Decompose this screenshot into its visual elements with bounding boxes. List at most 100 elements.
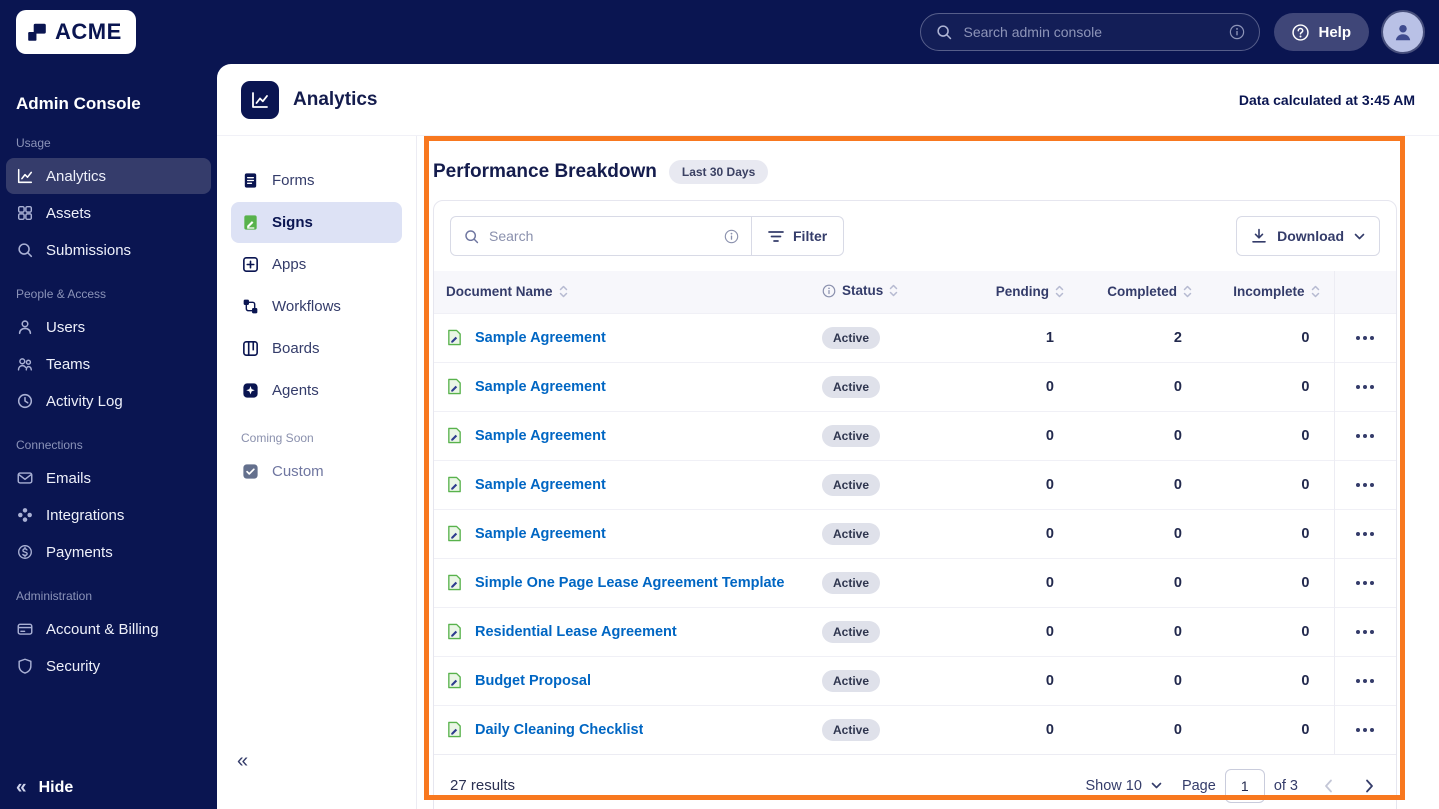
table-search-input[interactable] (489, 228, 715, 244)
subnav-item-apps[interactable]: Apps (231, 244, 402, 285)
pending-value: 0 (958, 606, 1078, 656)
document-link[interactable]: Sample Agreement (475, 477, 606, 493)
help-button[interactable]: Help (1274, 13, 1369, 51)
submissions-icon (16, 241, 34, 259)
sidebar-item-assets[interactable]: Assets (6, 195, 211, 231)
agents-icon (241, 381, 260, 400)
show-per-page-select[interactable]: Show 10 (1086, 778, 1162, 794)
subnav-item-forms[interactable]: Forms (231, 160, 402, 201)
row-actions-button[interactable] (1350, 328, 1380, 348)
info-icon (1229, 24, 1245, 40)
next-page-button[interactable] (1359, 775, 1380, 797)
subnav-collapse-button[interactable]: « (237, 750, 248, 773)
previous-page-button[interactable] (1318, 775, 1339, 797)
security-icon (16, 657, 34, 675)
section-label-administration: Administration (16, 589, 93, 603)
performance-card: Filter Download (433, 200, 1397, 809)
logo-text: ACME (55, 19, 122, 44)
column-incomplete[interactable]: Incomplete (1206, 271, 1334, 313)
subnav-item-workflows[interactable]: Workflows (231, 286, 402, 327)
status-badge: Active (822, 669, 881, 692)
row-actions-button[interactable] (1350, 720, 1380, 740)
sidebar-item-teams[interactable]: Teams (6, 346, 211, 382)
sort-icon (1311, 285, 1320, 298)
status-badge: Active (822, 522, 881, 545)
performance-table: Document Name Status Pending Completed I… (434, 271, 1396, 754)
column-status[interactable]: Status (810, 271, 958, 313)
status-badge: Active (822, 326, 881, 349)
sidebar-item-account-billing[interactable]: Account & Billing (6, 611, 211, 647)
page-total-label: of 3 (1273, 777, 1298, 794)
hide-label: Hide (38, 778, 74, 796)
document-link[interactable]: Daily Cleaning Checklist (475, 722, 643, 738)
filter-button[interactable]: Filter (752, 216, 845, 256)
sidebar-item-payments[interactable]: Payments (6, 534, 211, 570)
document-link[interactable]: Residential Lease Agreement (475, 624, 677, 640)
row-actions-button[interactable] (1350, 524, 1380, 544)
column-pending[interactable]: Pending (958, 271, 1078, 313)
pending-value: 1 (958, 312, 1078, 362)
column-document-name[interactable]: Document Name (434, 271, 810, 313)
completed-value: 0 (1078, 557, 1206, 607)
column-completed[interactable]: Completed (1078, 271, 1206, 313)
activity-log-icon (16, 392, 34, 410)
user-avatar[interactable] (1383, 12, 1423, 52)
acme-logo[interactable]: ACME (16, 10, 136, 54)
sidebar-item-integrations[interactable]: Integrations (6, 497, 211, 533)
completed-value: 0 (1078, 410, 1206, 460)
analytics-header-icon (241, 80, 279, 119)
table-row: Sample Agreement Active 0 0 0 (434, 361, 1396, 411)
integrations-icon (16, 506, 34, 524)
sidebar-hide-button[interactable]: « Hide (16, 778, 73, 797)
table-row: Sample Agreement Active 0 0 0 (434, 410, 1396, 460)
document-link[interactable]: Sample Agreement (475, 330, 606, 346)
download-button[interactable]: Download (1236, 216, 1380, 256)
sign-document-icon (446, 623, 463, 640)
sidebar-item-label: Account & Billing (46, 620, 159, 638)
row-actions-button[interactable] (1350, 671, 1380, 691)
filter-label: Filter (793, 228, 828, 244)
row-actions-button[interactable] (1350, 622, 1380, 642)
download-label: Download (1277, 228, 1344, 244)
document-link[interactable]: Sample Agreement (475, 379, 606, 395)
row-actions-button[interactable] (1350, 573, 1380, 593)
subnav-item-boards[interactable]: Boards (231, 328, 402, 369)
document-link[interactable]: Budget Proposal (475, 673, 591, 689)
teams-icon (16, 355, 34, 373)
sidebar-item-label: Payments (46, 543, 113, 561)
page-number-input[interactable] (1224, 768, 1265, 803)
completed-value: 0 (1078, 704, 1206, 754)
row-actions-button[interactable] (1350, 377, 1380, 397)
sign-document-icon (446, 476, 463, 493)
admin-search-input[interactable] (963, 24, 1220, 40)
subnav-item-agents[interactable]: Agents (231, 370, 402, 411)
search-icon (463, 228, 480, 245)
help-label: Help (1318, 23, 1351, 41)
sidebar-item-label: Security (46, 657, 101, 675)
sidebar-item-analytics[interactable]: Analytics (6, 158, 211, 194)
subnav-item-custom[interactable]: Custom (231, 451, 402, 492)
incomplete-value: 0 (1206, 459, 1334, 509)
chevron-down-icon (1151, 782, 1162, 789)
row-actions-button[interactable] (1350, 475, 1380, 495)
sign-document-icon (446, 574, 463, 591)
sidebar-item-security[interactable]: Security (6, 648, 211, 684)
table-row: Residential Lease Agreement Active 0 0 0 (434, 606, 1396, 656)
pending-value: 0 (958, 508, 1078, 558)
subnav-item-signs[interactable]: Signs (231, 202, 402, 243)
column-actions (1333, 271, 1396, 313)
sidebar-item-submissions[interactable]: Submissions (6, 232, 211, 268)
document-link[interactable]: Simple One Page Lease Agreement Template (475, 575, 784, 591)
page-title: Analytics (293, 88, 378, 110)
analytics-header: Analytics Data calculated at 3:45 AM (217, 64, 1439, 136)
sidebar-item-emails[interactable]: Emails (6, 460, 211, 496)
sidebar-item-users[interactable]: Users (6, 309, 211, 345)
sidebar-item-activity-log[interactable]: Activity Log (6, 383, 211, 419)
data-calculated-text: Data calculated at 3:45 AM (1238, 91, 1415, 108)
document-link[interactable]: Sample Agreement (475, 428, 606, 444)
sidebar-title: Admin Console (16, 94, 141, 113)
table-search (450, 216, 752, 256)
row-actions-button[interactable] (1350, 426, 1380, 446)
show-label: Show 10 (1085, 777, 1142, 794)
document-link[interactable]: Sample Agreement (475, 526, 606, 542)
